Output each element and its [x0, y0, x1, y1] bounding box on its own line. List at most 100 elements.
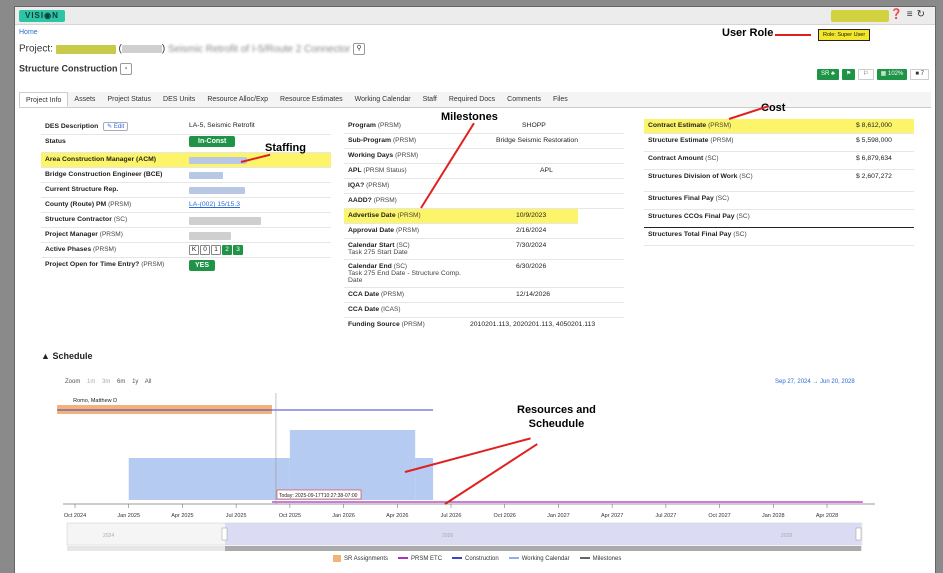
schedule-heading[interactable]: ▲ Schedule	[41, 351, 92, 361]
tab-required-docs[interactable]: Required Docs	[443, 92, 501, 107]
navigator-right-handle[interactable]	[855, 527, 862, 541]
pm-suffix: (PRSM)	[99, 231, 123, 238]
cco-final-label: Structures CCOs Final Pay	[648, 213, 735, 220]
iqa-suffix: (PRSM)	[366, 182, 390, 189]
annotation-staffing: Staffing	[265, 142, 306, 154]
structure-construction-title: Structure Construction -	[19, 63, 133, 75]
legend-construction[interactable]: Construction	[452, 556, 499, 562]
contract-amount-value: $ 6,879,634	[856, 155, 892, 162]
cca-icas-label: CCA Date	[348, 306, 380, 313]
tab-staff[interactable]: Staff	[417, 92, 443, 107]
tab-assets[interactable]: Assets	[68, 92, 101, 107]
cca-icas-suffix: (ICAS)	[380, 306, 401, 313]
program-suffix: (PRSM)	[377, 122, 401, 129]
nav-year-2028: 2028	[781, 533, 792, 539]
final-pay-suffix: (SC)	[715, 195, 729, 202]
navigator-left-handle[interactable]	[221, 527, 228, 541]
navigator-window[interactable]	[225, 523, 861, 545]
bce-value-redacted[interactable]	[189, 172, 223, 179]
bce-label: Bridge Construction Engineer (BCE)	[45, 171, 163, 178]
status-badge: In-Const	[189, 136, 236, 147]
app-window: VISI◉N ❓≡↻ Home Project: () Seismic Retr…	[14, 6, 936, 573]
tab-project-info[interactable]: Project Info	[19, 92, 69, 107]
legend-milestones[interactable]: Milestones	[579, 556, 621, 562]
tab-comments[interactable]: Comments	[501, 92, 547, 107]
x-tick-label: Apr 2025	[171, 513, 193, 519]
role-badge: Role: Super User	[818, 29, 871, 41]
contract-estimate-row: Contract Estimate (PRSM) $ 8,612,000	[644, 119, 914, 134]
sdw-label: Structures Division of Work	[648, 173, 738, 180]
edit-button[interactable]: ✎ Edit	[103, 122, 129, 131]
phases-label: Active Phases	[45, 246, 92, 253]
cca-prsm-value: 12/14/2026	[516, 291, 551, 298]
scrollbar-thumb[interactable]	[225, 546, 861, 551]
x-tick-label: Oct 2025	[279, 513, 301, 519]
status-label: Status	[45, 138, 66, 145]
x-tick-label: Apr 2027	[601, 513, 623, 519]
help-icon[interactable]: ❓	[890, 9, 906, 20]
legend-working-calendar[interactable]: Working Calendar	[508, 556, 570, 562]
csr-value-redacted[interactable]	[189, 187, 245, 194]
x-tick-label: Oct 2024	[64, 513, 86, 519]
contract-amount-label: Contract Amount	[648, 155, 704, 162]
contractor-suffix: (SC)	[113, 216, 128, 223]
arrow-user-role	[775, 34, 811, 36]
annotation-resources-line2: Scheudule	[528, 418, 585, 430]
search-icon[interactable]: ⚲	[353, 43, 366, 55]
vision-logo[interactable]: VISI◉N	[19, 10, 65, 22]
tab-working-calendar[interactable]: Working Calendar	[349, 92, 417, 107]
county-link[interactable]: LA-(002) 15/15.3	[189, 201, 240, 208]
apl-label: APL	[348, 167, 362, 174]
x-tick-label: Oct 2027	[708, 513, 730, 519]
pm-value-redacted	[189, 232, 231, 240]
cal-end-label: Calendar End	[348, 263, 392, 270]
breadcrumb-home[interactable]: Home	[19, 29, 38, 36]
top-icons: ❓≡↻	[890, 9, 929, 20]
legend-prsm[interactable]: PRSM ETC	[398, 556, 442, 562]
sr-button[interactable]: SR ♣	[816, 69, 839, 80]
document-count-button[interactable]: ■ 7	[910, 69, 929, 80]
structure-estimate-row: Structure Estimate (PRSM) $ 5,598,000	[644, 134, 914, 152]
tab-files[interactable]: Files	[547, 92, 574, 107]
sub-program-row: Sub-Program (PRSM) Bridge Seismic Restor…	[344, 134, 624, 149]
tab-project-status[interactable]: Project Status	[101, 92, 157, 107]
sub-program-value: Bridge Seismic Restoration	[496, 137, 578, 144]
tab-resource-estimates[interactable]: Resource Estimates	[274, 92, 349, 107]
flag-button[interactable]: ⚑	[841, 69, 856, 80]
nav-year-2024: 2024	[103, 533, 114, 539]
x-tick-label: Jan 2027	[547, 513, 570, 519]
project-name: Seismic Retrofit of I-5/Route 2 Connecto…	[167, 43, 351, 55]
cal-end-value: 6/30/2026	[516, 263, 547, 270]
open-time-entry-row: Project Open for Time Entry? (PRSM) YES	[41, 258, 331, 278]
advertise-date-row: Advertise Date (PRSM) 10/9/2023	[344, 209, 578, 224]
acm-label: Area Construction Manager (ACM)	[45, 156, 157, 163]
percent-button[interactable]: ▦ 102%	[876, 69, 908, 80]
funding-suffix: (PRSM)	[401, 321, 425, 328]
csr-label: Current Structure Rep.	[45, 186, 119, 193]
project-toolbar: SR ♣ ⚑ ⚐ ▦ 102% ■ 7	[816, 69, 929, 80]
project-paren-close: )	[161, 43, 166, 55]
tab-des-units[interactable]: DES Units	[157, 92, 201, 107]
refresh-icon[interactable]: ↻	[917, 9, 929, 20]
cal-end-suffix: (SC)	[393, 263, 408, 270]
des-description-row: DES Description ✎ Edit LA-5, Seismic Ret…	[41, 119, 331, 135]
cal-start-value: 7/30/2024	[516, 242, 547, 249]
working-days-row: Working Days (PRSM)	[344, 149, 624, 164]
legend-sr[interactable]: SR Assignments	[333, 555, 388, 562]
structure-estimate-suffix: (PRSM)	[710, 137, 734, 144]
contract-estimate-value: $ 8,612,000	[856, 122, 892, 129]
tab-resource-alloc[interactable]: Resource Alloc/Exp	[201, 92, 274, 107]
user-menu[interactable]	[831, 10, 889, 22]
contract-amount-suffix: (SC)	[705, 155, 719, 162]
funding-value: 2010201.113, 2020201.113, 4050201.113	[470, 321, 596, 328]
collapse-icon[interactable]: -	[120, 63, 133, 75]
phase-k: K	[189, 245, 199, 255]
contract-estimate-label: Contract Estimate	[648, 122, 707, 129]
menu-icon[interactable]: ≡	[907, 9, 917, 20]
working-calendar-area	[128, 430, 434, 500]
acm-value-redacted[interactable]	[189, 157, 247, 164]
working-calendar-segment	[128, 458, 290, 500]
flag-outline-button[interactable]: ⚐	[858, 69, 874, 80]
top-bar: VISI◉N ❓≡↻	[15, 7, 935, 25]
schedule-chart[interactable]: Romo, Matthew D Today: 2025-09-17T10:27:…	[15, 385, 935, 573]
